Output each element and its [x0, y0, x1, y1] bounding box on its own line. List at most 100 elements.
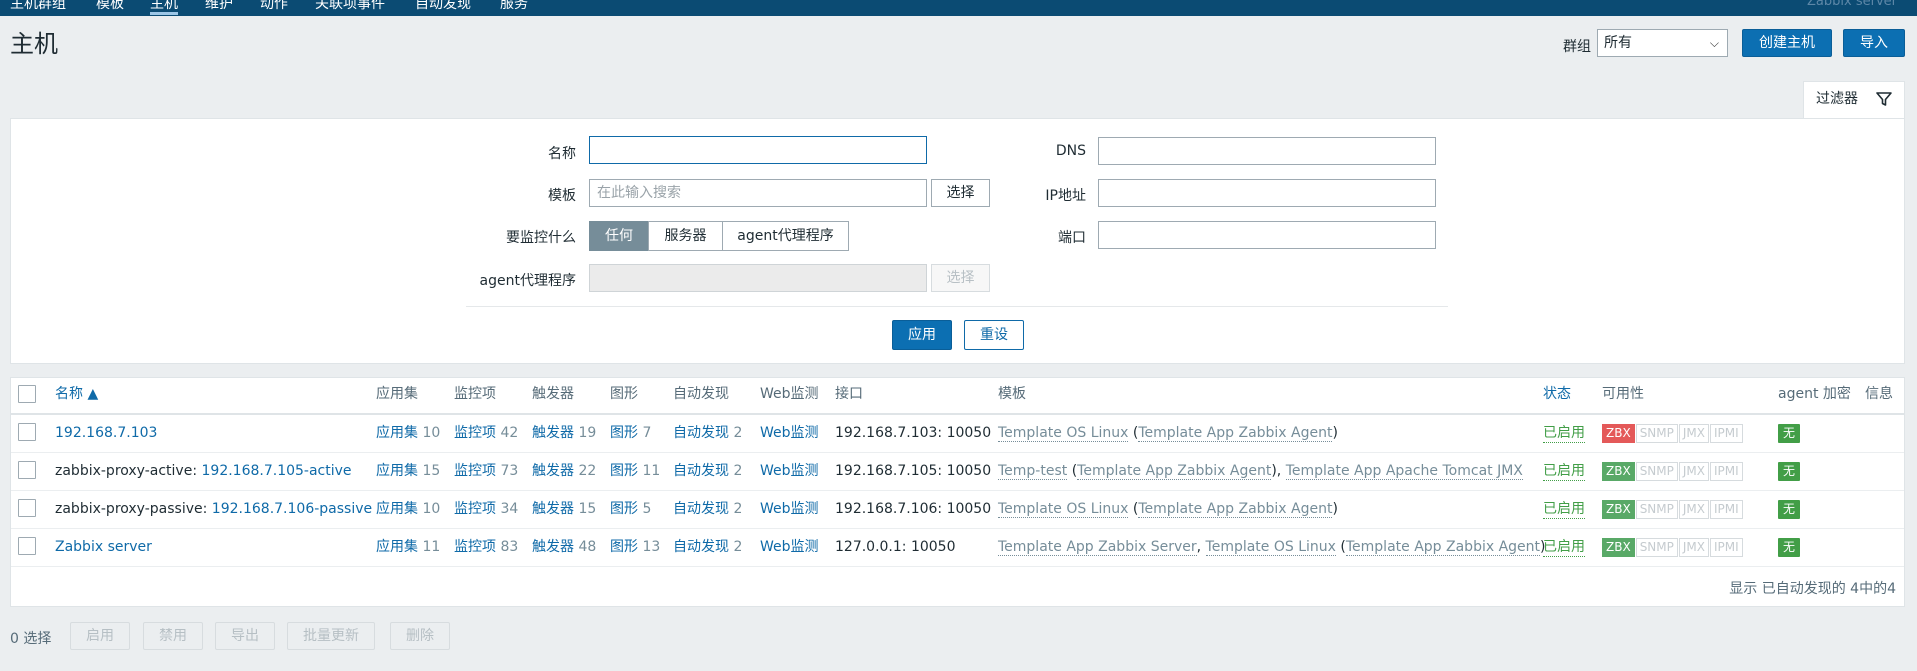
enable-button[interactable]: 启用 — [70, 622, 130, 650]
jmx-badge: JMX — [1678, 500, 1709, 519]
items-link[interactable]: 监控项 — [454, 463, 496, 479]
templates-cell: Template App Zabbix Server, Template OS … — [998, 539, 1546, 556]
nav-correlation[interactable]: 关联项事件 — [315, 0, 385, 14]
host-name: 192.168.7.103 — [55, 424, 157, 442]
nav-host-groups[interactable]: 主机群组 — [10, 0, 66, 14]
apps-link[interactable]: 应用集 — [376, 463, 418, 479]
nav-templates[interactable]: 模板 — [96, 0, 124, 14]
apps-cell: 应用集 10 — [376, 425, 441, 441]
select-all-checkbox[interactable] — [18, 385, 36, 403]
host-link[interactable]: 192.168.7.106-passive — [212, 501, 372, 517]
mass-update-button[interactable]: 批量更新 — [287, 622, 375, 650]
web-link[interactable]: Web监测 — [760, 538, 819, 556]
encryption-badge: 无 — [1778, 462, 1800, 481]
host-link[interactable]: 192.168.7.103 — [55, 425, 157, 441]
graphs-cell: 图形 5 — [610, 501, 652, 517]
template-link[interactable]: Template App Apache Tomcat JMX — [1285, 463, 1523, 480]
col-templates-header: 模板 — [998, 386, 1026, 402]
status-link[interactable]: 已启用 — [1543, 424, 1585, 443]
nav-hosts[interactable]: 主机 — [150, 0, 178, 15]
items-link[interactable]: 监控项 — [454, 501, 496, 517]
create-host-button[interactable]: 创建主机 — [1742, 29, 1832, 57]
status-link[interactable]: 已启用 — [1543, 462, 1585, 481]
discovery-link[interactable]: 自动发现 — [673, 501, 729, 517]
encryption-badge: 无 — [1778, 424, 1800, 443]
template-link[interactable]: Template App Zabbix Agent — [1138, 501, 1333, 518]
host-link[interactable]: Zabbix server — [55, 539, 152, 555]
group-select[interactable]: 所有 ⌵ — [1597, 29, 1728, 57]
web-link[interactable]: Web监测 — [760, 500, 819, 518]
items-cell: 监控项 83 — [454, 539, 519, 555]
hosts-table — [10, 377, 1905, 607]
status-link[interactable]: 已启用 — [1543, 538, 1585, 557]
monitored-by-proxy[interactable]: agent代理程序 — [722, 221, 849, 251]
group-select-value: 所有 — [1604, 35, 1632, 51]
templates-cell: Temp-test (Template App Zabbix Agent), T… — [998, 463, 1523, 480]
jmx-badge: JMX — [1678, 424, 1709, 443]
graphs-link[interactable]: 图形 — [610, 425, 638, 441]
discovery-link[interactable]: 自动发现 — [673, 425, 729, 441]
apps-link[interactable]: 应用集 — [376, 425, 418, 441]
export-button[interactable]: 导出 — [215, 622, 275, 650]
items-cell: 监控项 73 — [454, 463, 519, 479]
template-link[interactable]: Template OS Linux — [1205, 539, 1336, 556]
disable-button[interactable]: 禁用 — [143, 622, 203, 650]
template-link[interactable]: Template App Zabbix Agent — [1345, 539, 1541, 556]
graphs-link[interactable]: 图形 — [610, 463, 638, 479]
col-items-header: 监控项 — [454, 386, 496, 402]
nav-discovery[interactable]: 自动发现 — [415, 0, 471, 14]
apps-link[interactable]: 应用集 — [376, 501, 418, 517]
col-name-header[interactable]: 名称 ▲ — [55, 385, 98, 403]
web-link[interactable]: Web监测 — [760, 424, 819, 442]
col-status-header[interactable]: 状态 — [1543, 385, 1571, 403]
nav-services[interactable]: 服务 — [500, 0, 528, 14]
template-link[interactable]: Template OS Linux — [998, 425, 1129, 442]
items-link[interactable]: 监控项 — [454, 425, 496, 441]
monitored-by-any[interactable]: 任何 — [589, 221, 649, 251]
host-link[interactable]: 192.168.7.105-active — [202, 463, 352, 479]
web-link[interactable]: Web监测 — [760, 462, 819, 480]
import-button[interactable]: 导入 — [1843, 29, 1905, 57]
filter-dns-input[interactable] — [1098, 137, 1436, 165]
triggers-link[interactable]: 触发器 — [532, 501, 574, 517]
triggers-link[interactable]: 触发器 — [532, 539, 574, 555]
triggers-cell: 触发器 22 — [532, 463, 597, 479]
graphs-link[interactable]: 图形 — [610, 539, 638, 555]
monitored-by-server[interactable]: 服务器 — [648, 221, 723, 251]
delete-button[interactable]: 删除 — [390, 622, 450, 650]
filter-port-input[interactable] — [1098, 221, 1436, 249]
items-link[interactable]: 监控项 — [454, 539, 496, 555]
template-link[interactable]: Template App Zabbix Agent — [1077, 463, 1272, 480]
row-checkbox[interactable] — [18, 461, 36, 479]
snmp-badge: SNMP — [1635, 500, 1678, 519]
row-checkbox[interactable] — [18, 423, 36, 441]
filter-template-input[interactable]: 在此输入搜索 — [589, 179, 927, 207]
triggers-link[interactable]: 触发器 — [532, 463, 574, 479]
jmx-badge: JMX — [1678, 538, 1709, 557]
discovery-link[interactable]: 自动发现 — [673, 463, 729, 479]
row-checkbox[interactable] — [18, 499, 36, 517]
reset-button[interactable]: 重设 — [964, 320, 1024, 350]
status-link[interactable]: 已启用 — [1543, 500, 1585, 519]
filter-port-label: 端口 — [1058, 230, 1086, 246]
template-link[interactable]: Template App Zabbix Server — [998, 539, 1197, 556]
availability-badges: ZBX SNMP JMX IPMI — [1602, 538, 1744, 557]
nav-actions[interactable]: 动作 — [260, 0, 288, 14]
graphs-link[interactable]: 图形 — [610, 501, 638, 517]
template-link[interactable]: Template OS Linux — [998, 501, 1129, 518]
filter-ip-input[interactable] — [1098, 179, 1436, 207]
header-divider — [11, 413, 1904, 415]
row-checkbox[interactable] — [18, 537, 36, 555]
apply-button[interactable]: 应用 — [892, 320, 952, 350]
template-select-button[interactable]: 选择 — [931, 179, 990, 207]
nav-maintenance[interactable]: 维护 — [205, 0, 233, 14]
snmp-badge: SNMP — [1635, 424, 1678, 443]
template-link[interactable]: Temp-test — [998, 463, 1068, 480]
filter-name-label: 名称 — [548, 146, 576, 162]
filter-name-input[interactable] — [589, 136, 927, 164]
filter-tab[interactable]: 过滤器 — [1803, 81, 1905, 119]
triggers-link[interactable]: 触发器 — [532, 425, 574, 441]
discovery-link[interactable]: 自动发现 — [673, 539, 729, 555]
template-link[interactable]: Template App Zabbix Agent — [1138, 425, 1333, 442]
apps-link[interactable]: 应用集 — [376, 539, 418, 555]
